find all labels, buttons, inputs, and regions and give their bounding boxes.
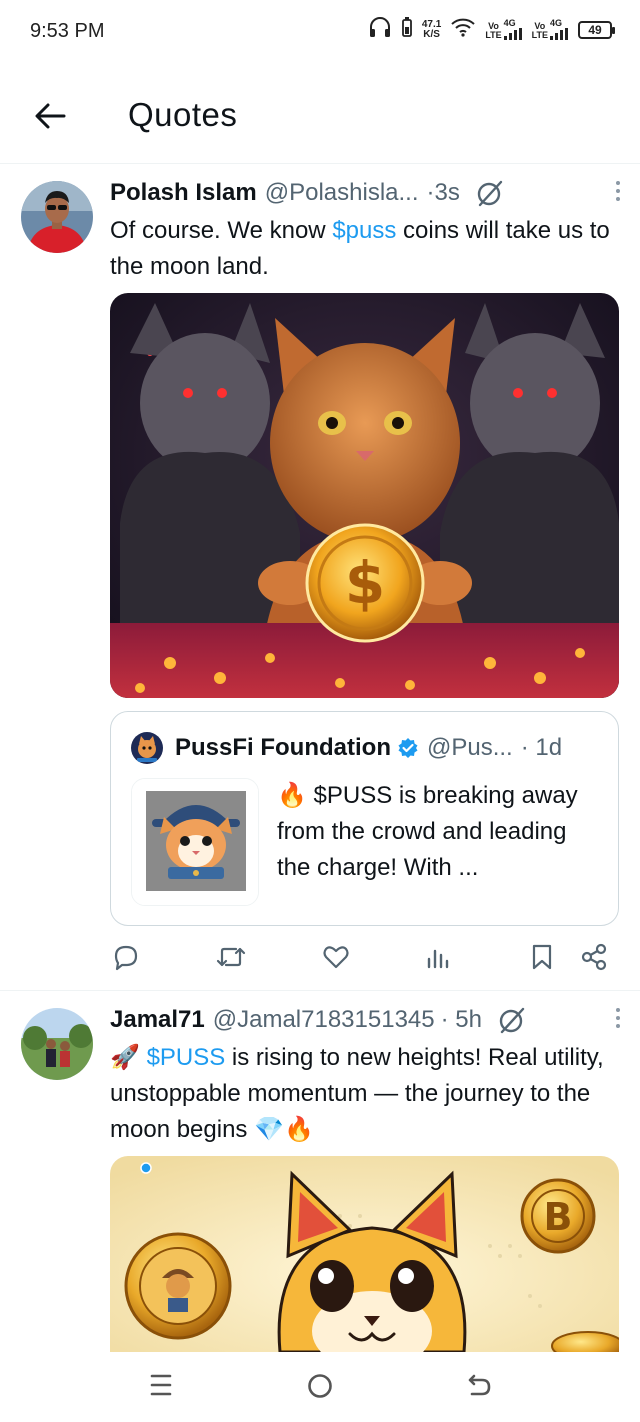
- retweet-button[interactable]: [216, 943, 246, 971]
- status-icons: 47.1 K/S Vo LTE 4G Vo LTE 4G 49: [368, 16, 615, 43]
- arrow-left-icon: [35, 103, 66, 129]
- sim2-signal: Vo LTE 4G: [532, 19, 568, 40]
- tweet-time[interactable]: ·3s: [427, 179, 460, 207]
- home-button[interactable]: [306, 1372, 334, 1400]
- home-circle-icon: [308, 1374, 332, 1398]
- net-speed-unit: K/S: [423, 28, 440, 40]
- quoted-tweet-time[interactable]: · 1d: [521, 734, 562, 762]
- quoted-tweet-text: 🔥 $PUSS is breaking away from the crowd …: [277, 782, 578, 881]
- battery-saver-icon: [401, 17, 412, 42]
- headphones-icon: [368, 16, 392, 43]
- sim2-volte: Vo LTE: [531, 21, 548, 40]
- app-header: Quotes: [0, 66, 640, 164]
- reply-icon: [114, 945, 138, 971]
- tweet-actions: [110, 943, 610, 975]
- cashtag-link[interactable]: $PUSS: [147, 1044, 226, 1071]
- tweet[interactable]: Jamal71 @Jamal7183151345 · 5h 🚀 $PUSS is…: [0, 992, 640, 1352]
- back-return-icon: [468, 1374, 491, 1396]
- author-name[interactable]: Jamal71: [110, 1006, 205, 1034]
- quoted-avatar[interactable]: [131, 732, 163, 764]
- verified-badge-icon: [397, 737, 419, 759]
- signal-bars-icon: [503, 28, 522, 40]
- author-handle[interactable]: @Jamal7183151345: [213, 1006, 435, 1034]
- quoted-tweet-header: PussFi Foundation @Pus... · 1d: [131, 732, 598, 764]
- sim1-volte: Vo LTE: [485, 21, 502, 40]
- tweet[interactable]: Polash Islam @Polashisla... ·3s Of cours…: [0, 165, 640, 991]
- svg-text:B: B: [544, 1195, 573, 1239]
- wifi-icon: [451, 17, 475, 42]
- bookmark-button[interactable]: [530, 943, 554, 971]
- share-button[interactable]: [580, 943, 608, 971]
- quoted-author-name[interactable]: PussFi Foundation: [175, 734, 391, 762]
- net-speed-value: 47.1: [421, 18, 442, 30]
- grok-icon[interactable]: [476, 179, 504, 207]
- sim1-signal: Vo LTE 4G: [485, 18, 522, 40]
- tweet-header: Polash Islam @Polashisla... ·3s: [110, 177, 620, 209]
- quoted-media-thumbnail[interactable]: [131, 778, 259, 906]
- tweet-text: 🚀 $PUSS is rising to new heights! Real u…: [110, 1040, 616, 1148]
- cashtag-link[interactable]: $puss: [332, 217, 396, 244]
- views-button[interactable]: [426, 943, 450, 971]
- avatar[interactable]: [21, 181, 93, 253]
- sim1-net: 4G: [503, 18, 516, 28]
- grok-icon[interactable]: [498, 1006, 526, 1034]
- signal-bars-icon: [550, 28, 568, 40]
- more-vertical-icon[interactable]: [616, 1008, 620, 1028]
- bookmark-icon: [532, 944, 552, 970]
- status-time: 9:53 PM: [30, 20, 105, 42]
- page-title: Quotes: [128, 96, 238, 133]
- system-back-button[interactable]: [466, 1372, 494, 1400]
- back-button[interactable]: [30, 96, 70, 136]
- reply-button[interactable]: [112, 943, 140, 971]
- tweet-text-part: Of course. We know: [110, 217, 333, 244]
- tweet-media-image[interactable]: B: [110, 1156, 619, 1352]
- author-name[interactable]: Polash Islam: [110, 179, 257, 207]
- author-handle[interactable]: @Polashisla...: [265, 179, 419, 207]
- sim2-net: 4G: [550, 18, 563, 28]
- avatar[interactable]: [21, 1008, 93, 1080]
- tweet-text-part: 🚀: [110, 1044, 147, 1071]
- quoted-tweet[interactable]: PussFi Foundation @Pus... · 1d 🔥 $PUSS i…: [110, 711, 619, 926]
- menu-lines-icon: [150, 1374, 172, 1396]
- tweet-time[interactable]: · 5h: [441, 1006, 482, 1034]
- quoted-author-handle[interactable]: @Pus...: [427, 734, 513, 762]
- recent-apps-button[interactable]: [148, 1372, 174, 1398]
- system-navigation-bar: [0, 1352, 640, 1422]
- svg-text:$: $: [345, 549, 385, 617]
- more-vertical-icon[interactable]: [616, 181, 620, 201]
- tweet-text: Of course. We know $puss coins will take…: [110, 213, 616, 285]
- tweet-header: Jamal71 @Jamal7183151345 · 5h: [110, 1004, 620, 1036]
- retweet-icon: [216, 947, 246, 967]
- like-button[interactable]: [322, 943, 350, 971]
- net-speed: 47.1 K/S: [421, 18, 442, 40]
- tweet-media-image[interactable]: $: [110, 293, 619, 698]
- views-icon: [427, 949, 449, 969]
- status-bar: 9:53 PM 47.1 K/S Vo LTE 4G Vo LTE 4G 49: [0, 0, 640, 66]
- share-icon: [581, 943, 607, 971]
- like-icon: [323, 946, 349, 969]
- battery-indicator: 49: [578, 20, 615, 39]
